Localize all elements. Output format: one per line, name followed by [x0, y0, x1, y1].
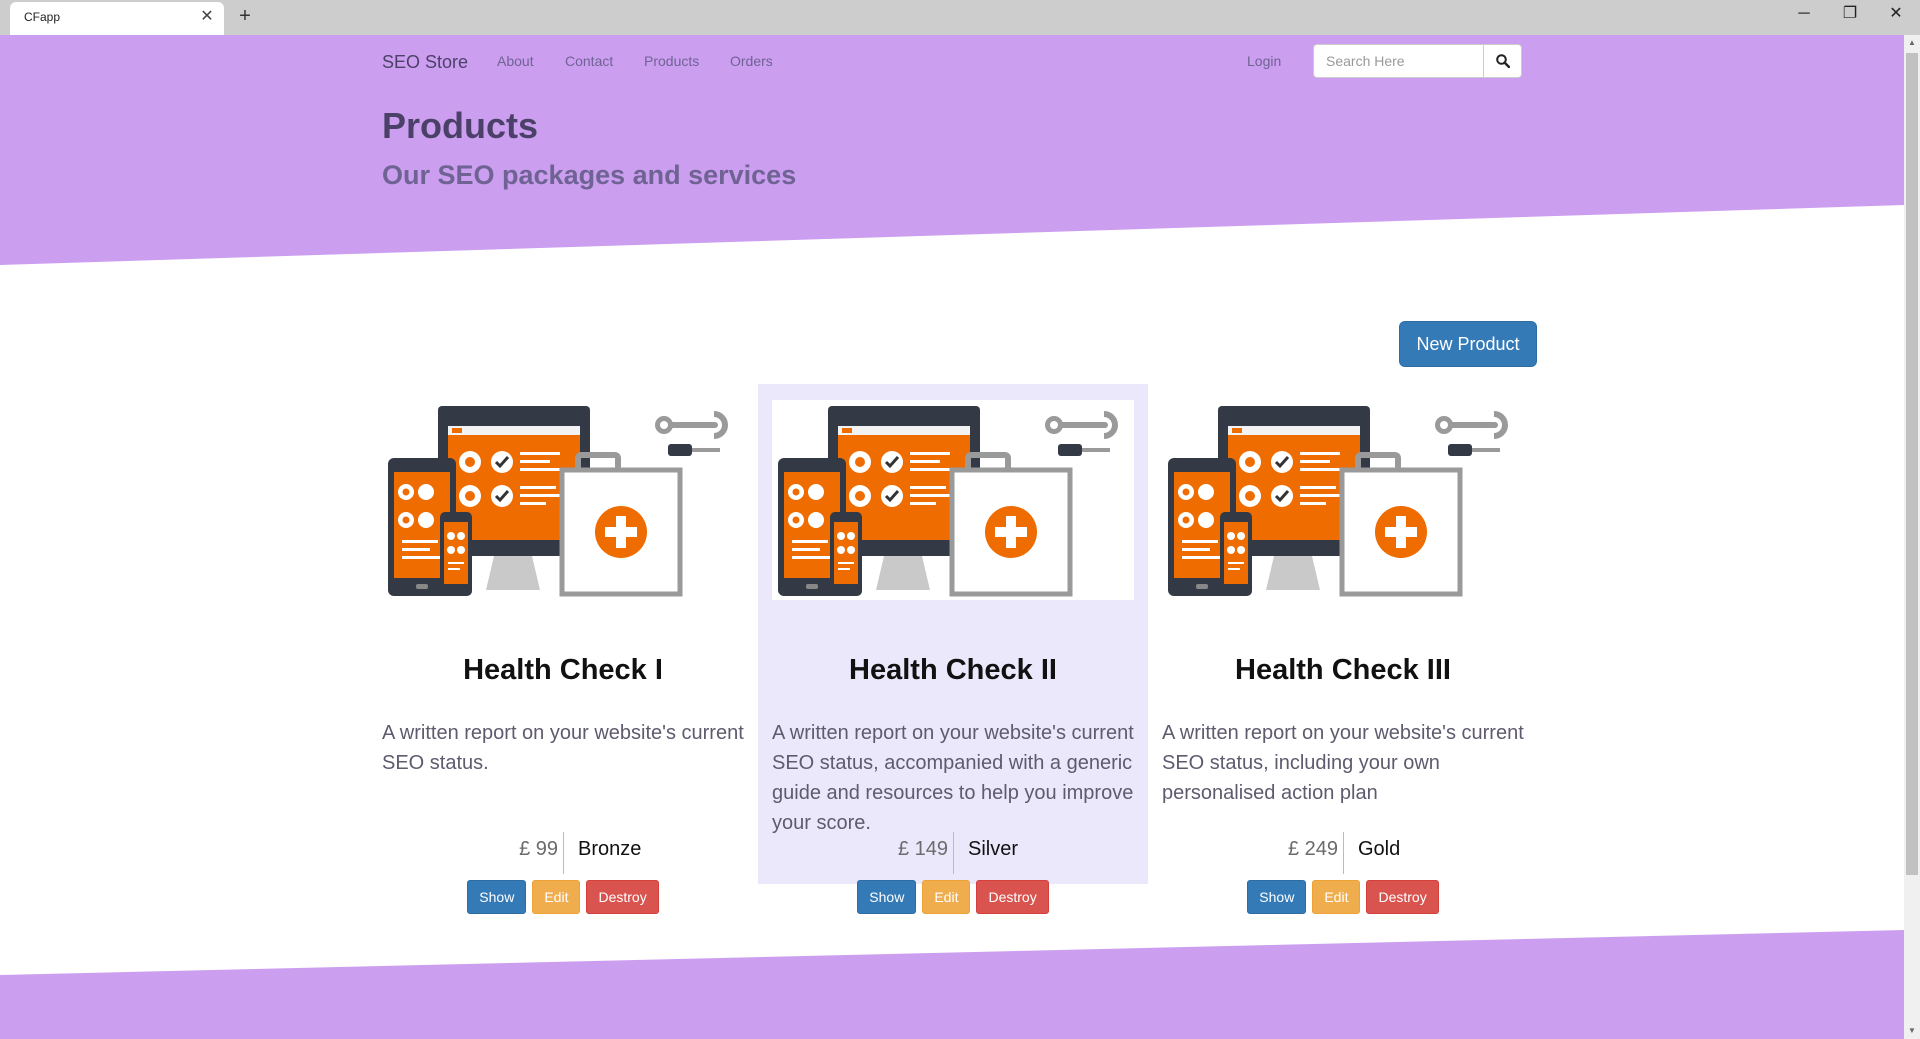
product-card-3: Health Check III A written report on you…	[1148, 384, 1538, 914]
product-tier: Bronze	[578, 838, 642, 860]
edit-button[interactable]: Edit	[922, 880, 971, 914]
scroll-down-icon[interactable]: ▼	[1904, 1023, 1920, 1039]
close-window-button[interactable]: ✕	[1873, 0, 1919, 30]
new-product-button[interactable]: New Product	[1399, 321, 1537, 367]
price-divider	[563, 832, 564, 874]
product-card-1: Health Check I A written report on your …	[368, 384, 758, 914]
product-price: £ 149	[897, 838, 948, 860]
page-subtitle: Our SEO packages and services	[382, 160, 797, 190]
minimize-button[interactable]: ─	[1781, 0, 1827, 30]
page-title: Products	[382, 105, 539, 146]
brand-link[interactable]: SEO Store	[382, 52, 468, 73]
search-input[interactable]	[1313, 44, 1484, 78]
nav-link-orders[interactable]: Orders	[730, 53, 773, 69]
product-description: A written report on your website's curre…	[1162, 722, 1524, 804]
product-description: A written report on your website's curre…	[772, 722, 1134, 834]
show-button[interactable]: Show	[467, 880, 527, 914]
vertical-scrollbar[interactable]: ▲ ▼	[1904, 35, 1920, 1039]
page-viewport: SEO Store About Contact Products Orders …	[0, 35, 1904, 1039]
destroy-button[interactable]: Destroy	[1366, 880, 1439, 914]
search-button[interactable]	[1483, 44, 1522, 78]
price-row: £ 99 Bronze	[368, 832, 758, 874]
product-actions: Show Edit Destroy	[758, 880, 1148, 914]
product-image	[382, 400, 744, 600]
destroy-button[interactable]: Destroy	[586, 880, 659, 914]
product-card-2: Health Check II A written report on your…	[758, 384, 1148, 914]
product-title: Health Check II	[849, 654, 1057, 686]
seo-health-check-illustration	[388, 406, 728, 597]
product-tier: Gold	[1358, 838, 1401, 860]
product-actions: Show Edit Destroy	[1148, 880, 1538, 914]
tab-title: CFapp	[24, 10, 61, 24]
show-button[interactable]: Show	[1247, 880, 1307, 914]
restore-button[interactable]: ❐	[1827, 0, 1873, 30]
edit-button[interactable]: Edit	[532, 880, 581, 914]
hero-background	[0, 35, 1904, 265]
search-icon	[1495, 54, 1510, 68]
product-tier: Silver	[968, 838, 1019, 860]
product-title: Health Check III	[1235, 654, 1451, 686]
product-price: £ 99	[519, 838, 558, 860]
product-actions: Show Edit Destroy	[368, 880, 758, 914]
destroy-button[interactable]: Destroy	[976, 880, 1049, 914]
product-price: £ 249	[1287, 838, 1338, 860]
product-description: A written report on your website's curre…	[382, 722, 744, 774]
seo-health-check-illustration	[778, 406, 1118, 597]
new-tab-button[interactable]: +	[233, 3, 257, 29]
browser-tab[interactable]: CFapp ✕	[10, 2, 224, 35]
edit-button[interactable]: Edit	[1312, 880, 1361, 914]
product-title: Health Check I	[463, 654, 663, 686]
nav-link-products[interactable]: Products	[644, 53, 699, 69]
price-divider	[953, 832, 954, 874]
browser-tab-bar: CFapp ✕ + ─ ❐ ✕	[0, 0, 1920, 35]
scroll-up-icon[interactable]: ▲	[1904, 35, 1920, 51]
price-row: £ 149 Silver	[758, 832, 1148, 874]
price-row: £ 249 Gold	[1148, 832, 1538, 874]
product-image	[772, 400, 1134, 600]
nav-link-contact[interactable]: Contact	[565, 53, 613, 69]
nav-link-about[interactable]: About	[497, 53, 534, 69]
price-divider	[1343, 832, 1344, 874]
tab-close-icon[interactable]: ✕	[198, 8, 216, 26]
show-button[interactable]: Show	[857, 880, 917, 914]
scrollbar-thumb[interactable]	[1906, 53, 1918, 875]
login-link[interactable]: Login	[1247, 53, 1281, 69]
seo-health-check-illustration	[1168, 406, 1508, 597]
product-image	[1162, 400, 1524, 600]
footer-background	[0, 930, 1904, 1039]
